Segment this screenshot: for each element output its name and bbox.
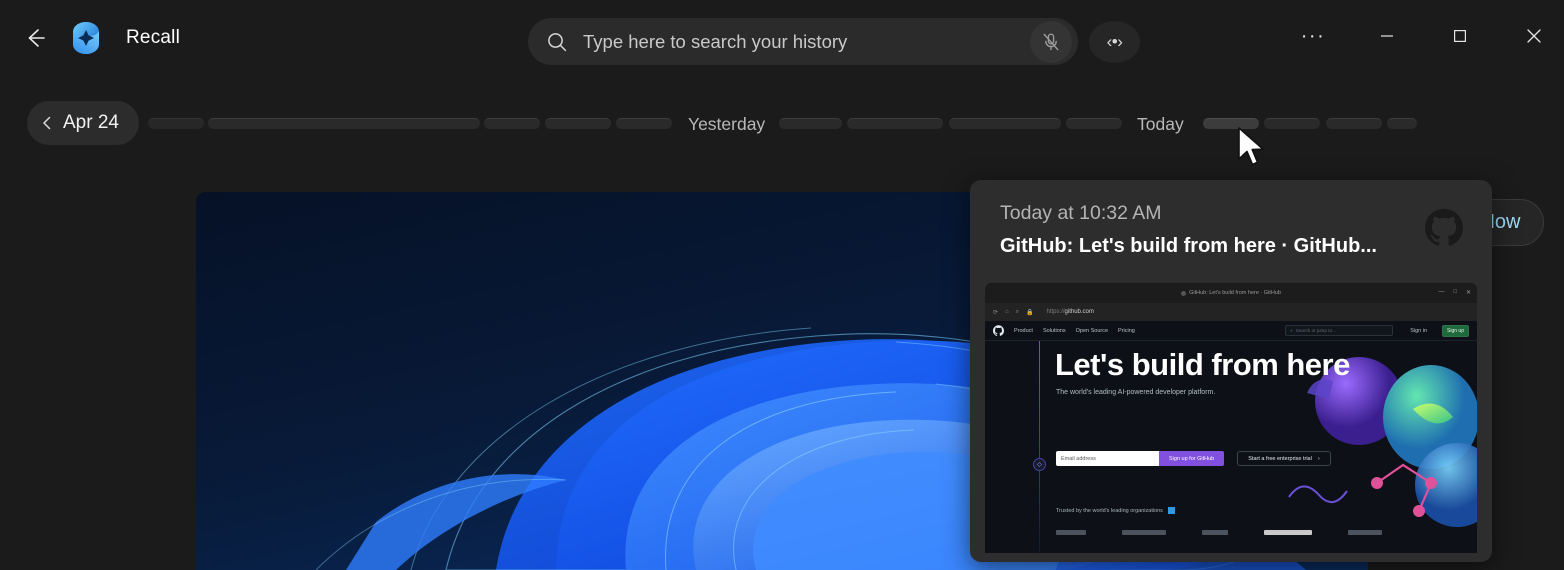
back-button[interactable] <box>12 16 58 60</box>
gh-search-field: ⌕ Search or jump to... <box>1285 325 1394 336</box>
gh-trusted-line: Trusted by the world's leading organizat… <box>1056 507 1175 514</box>
mini-browser-url: https://github.com <box>1047 309 1094 315</box>
partner-logo <box>1202 529 1228 535</box>
recall-logo-icon <box>66 18 106 58</box>
timeline-segment[interactable] <box>847 118 943 129</box>
gh-nav-opensource: Open Source <box>1075 327 1109 334</box>
close-icon <box>1527 29 1541 43</box>
recall-window: Recall ‹•› ··· <box>0 0 1564 570</box>
mini-browser-tab-title: GitHub: Let's build from here · GitHub <box>1189 290 1281 296</box>
chevron-right-icon: › <box>1317 455 1320 462</box>
partner-logo <box>1264 529 1312 535</box>
timeline-segment[interactable] <box>148 118 204 129</box>
card-timestamp: Today at 10:32 AM <box>1000 202 1162 224</box>
expand-glyph: ‹•› <box>1106 32 1123 51</box>
timeline-segment[interactable] <box>1326 118 1382 129</box>
timeline-segment[interactable] <box>1387 118 1417 129</box>
tab-favicon-icon <box>1181 290 1187 296</box>
gh-trial-button: Start a free enterprise trial › <box>1237 451 1331 466</box>
gh-signup-form: Email address Sign up for GitHub Start a… <box>1056 451 1331 466</box>
github-icon <box>1423 206 1465 248</box>
url-protocol: https:// <box>1046 309 1065 315</box>
maximize-icon <box>1454 30 1467 43</box>
search-icon <box>548 32 567 51</box>
timeline-segment[interactable] <box>1264 118 1320 129</box>
app-title: Recall <box>126 27 180 48</box>
gh-search-icon: ⌕ <box>1290 328 1293 333</box>
mini-browser-urlbar: ⟳ ⌂ ⌕ 🔒 https://github.com ☆ ▤ ◷ ◧ ◉ ⚙ ⋯ <box>985 303 1477 336</box>
timeline-segment[interactable] <box>616 118 672 129</box>
expand-toggle-button[interactable]: ‹•› <box>1089 21 1140 63</box>
mini-browser-tab: GitHub: Let's build from here · GitHub <box>1181 290 1281 296</box>
date-pill-button[interactable]: Apr 24 <box>27 101 139 145</box>
timeline-segment[interactable] <box>949 118 1061 129</box>
gh-hero-rail <box>1039 341 1040 553</box>
mini-browser: GitHub: Let's build from here · GitHub —… <box>985 283 1477 553</box>
gh-trusted-label: Trusted by the world's leading organizat… <box>1056 507 1163 514</box>
search-input[interactable] <box>583 26 1030 57</box>
partner-logo <box>1122 529 1166 535</box>
search-bar[interactable] <box>528 18 1078 65</box>
timeline-bar: Apr 24 Yesterday Today Now <box>0 96 1564 246</box>
chevron-left-icon <box>43 116 51 130</box>
close-button[interactable] <box>1511 14 1557 58</box>
gh-nav-pricing: Pricing <box>1118 327 1135 334</box>
timeline-segment[interactable] <box>484 118 540 129</box>
gh-trusted-badge-icon <box>1167 507 1175 514</box>
url-host: github.com <box>1064 309 1094 315</box>
gh-partner-logos <box>1056 527 1386 537</box>
gh-email-input: Email address <box>1056 451 1159 466</box>
timeline-segment[interactable] <box>1066 118 1122 129</box>
gh-nav-product: Product <box>1014 327 1033 334</box>
snapshot-detail-card[interactable]: Today at 10:32 AM GitHub: Let's build fr… <box>970 180 1492 562</box>
timeline-track[interactable] <box>0 96 1564 158</box>
timeline-segment[interactable] <box>208 118 480 129</box>
partner-logo <box>1056 529 1086 535</box>
github-mark-icon <box>993 325 1004 336</box>
back-arrow-icon <box>28 29 45 47</box>
mini-maximize-icon: □ <box>1453 289 1457 295</box>
card-thumbnail[interactable]: GitHub: Let's build from here · GitHub —… <box>985 283 1477 553</box>
microphone-muted-icon[interactable] <box>1030 20 1072 63</box>
partner-logo <box>1348 529 1382 535</box>
gh-subheadline: The world's leading AI-powered developer… <box>1056 389 1216 396</box>
date-pill-label: Apr 24 <box>63 112 119 133</box>
timeline-label-yesterday: Yesterday <box>688 113 766 134</box>
maximize-button[interactable] <box>1437 14 1483 58</box>
gh-sign-in: Sign in <box>1410 327 1428 334</box>
mini-browser-tabstrip: GitHub: Let's build from here · GitHub —… <box>985 283 1477 303</box>
title-bar: Recall ‹•› ··· <box>0 0 1564 80</box>
minimize-button[interactable] <box>1364 14 1410 58</box>
mini-browser-window-controls: — □ ✕ <box>1438 289 1471 296</box>
gh-sign-up: Sign up <box>1442 324 1469 337</box>
card-title: GitHub: Let's build from here · GitHub..… <box>1000 235 1377 257</box>
github-hero: ◇ Let's build from here The world's lead… <box>985 341 1477 553</box>
reload-icon: ⟳ <box>993 309 999 316</box>
more-options-icon: ··· <box>1300 25 1326 47</box>
gh-search-placeholder: Search or jump to... <box>1295 328 1336 333</box>
gh-hero-rail-node-icon: ◇ <box>1033 458 1046 471</box>
search-small-icon: ⌕ <box>1015 308 1020 315</box>
gh-trial-label: Start a free enterprise trial <box>1248 455 1312 462</box>
more-options-button[interactable]: ··· <box>1290 14 1336 58</box>
minimize-icon <box>1381 35 1393 37</box>
mini-minimize-icon: — <box>1438 289 1445 295</box>
timeline-segment[interactable] <box>1203 118 1259 129</box>
github-header-nav: Product Solutions Open Source Pricing ⌕ … <box>985 321 1477 341</box>
timeline-segment[interactable] <box>545 118 611 129</box>
lock-icon: 🔒 <box>1026 309 1034 316</box>
timeline-label-today: Today <box>1137 113 1184 134</box>
gh-signup-button: Sign up for GitHub <box>1159 451 1225 466</box>
gh-nav-solutions: Solutions <box>1042 327 1066 334</box>
mini-close-icon: ✕ <box>1465 290 1471 296</box>
gh-headline: Let's build from here <box>1055 347 1350 382</box>
timeline-segment[interactable] <box>779 118 842 129</box>
home-icon: ⌂ <box>1005 309 1009 315</box>
